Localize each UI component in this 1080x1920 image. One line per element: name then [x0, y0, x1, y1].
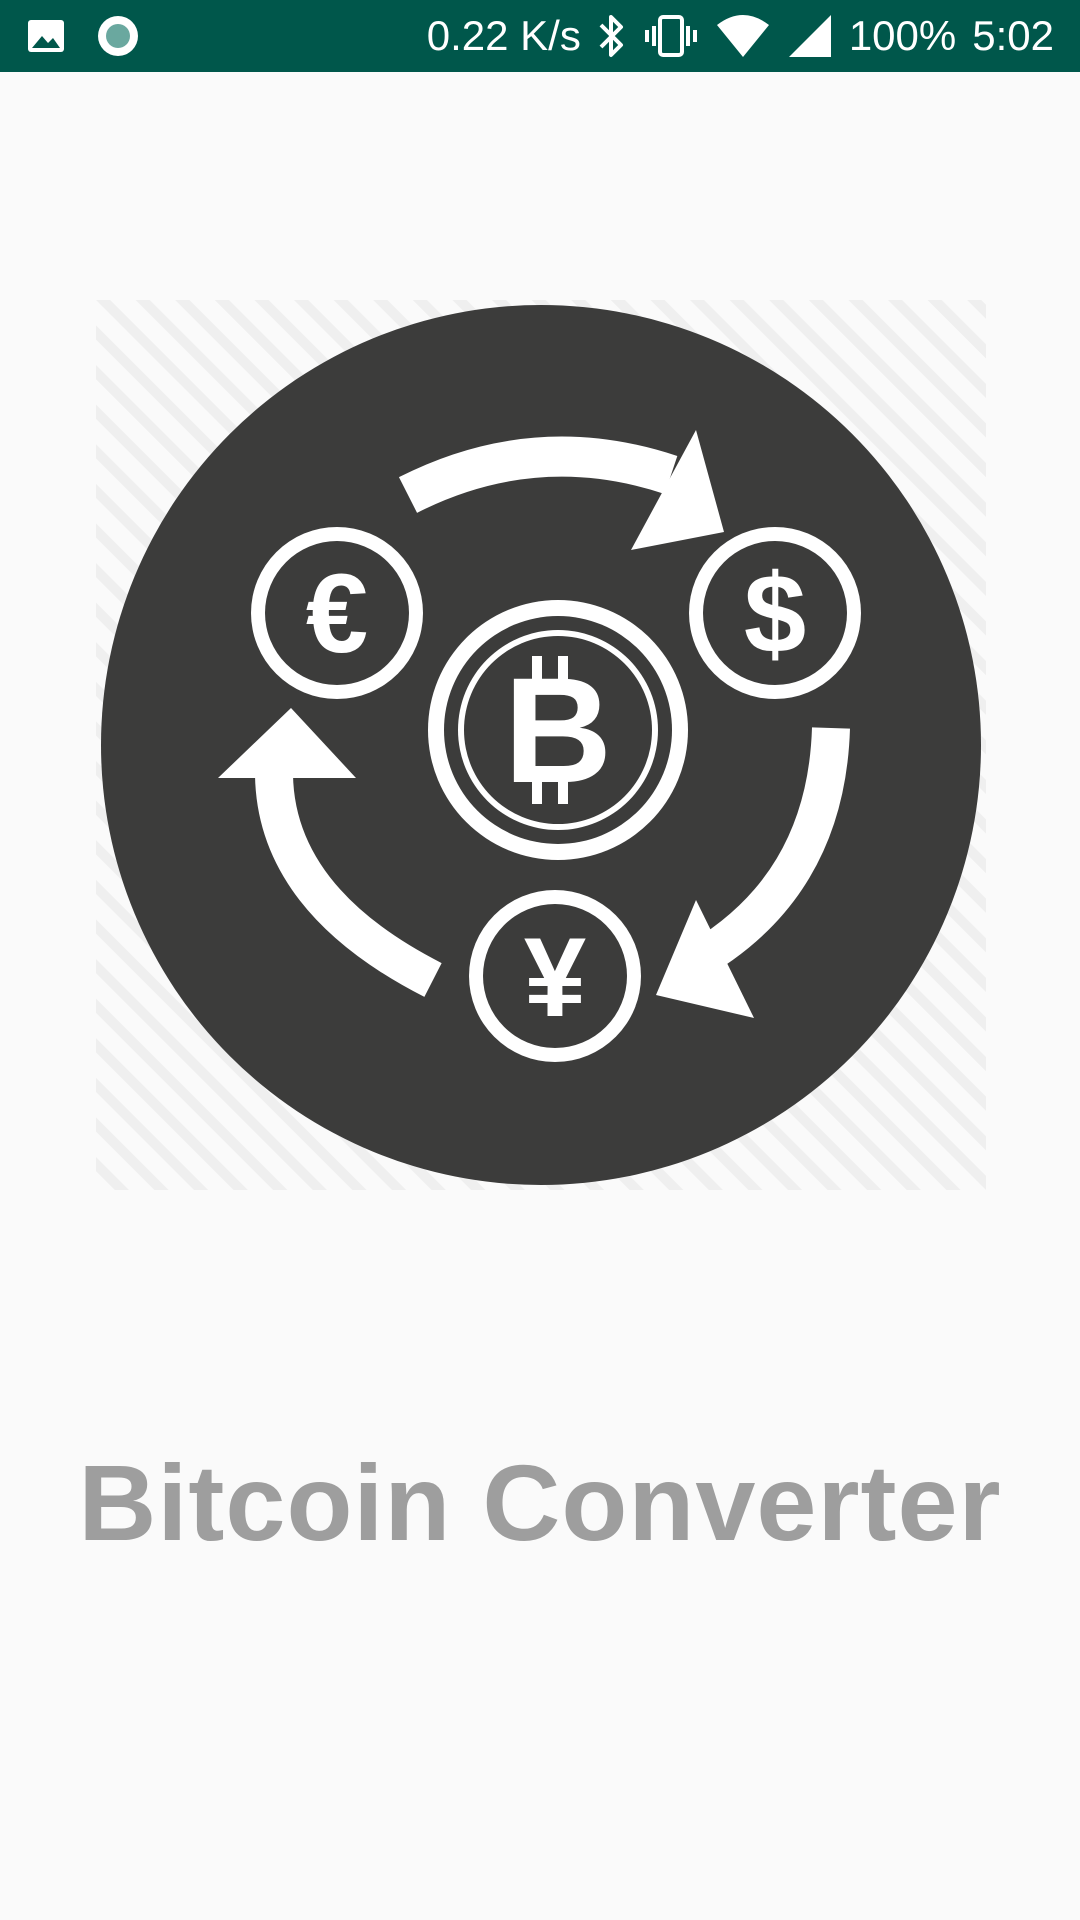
bluetooth-icon: [597, 13, 627, 59]
euro-coin: €: [251, 527, 423, 699]
bitcoin-coin: B: [428, 600, 688, 860]
image-icon: [26, 16, 66, 56]
status-bar: 0.22 K/s 100% 5:02: [0, 0, 1080, 72]
record-icon: [96, 14, 140, 58]
clock: 5:02: [972, 12, 1054, 59]
dollar-coin: $: [689, 527, 861, 699]
yen-symbol: ¥: [524, 915, 586, 1040]
wifi-icon: [715, 13, 771, 59]
currency-exchange-icon: € $ B ¥: [96, 300, 986, 1190]
net-speed: 0.22 K/s: [426, 12, 581, 59]
euro-symbol: €: [306, 551, 368, 676]
status-left: [26, 14, 140, 58]
app-logo: € $ B ¥: [96, 300, 986, 1190]
app-title: Bitcoin Converter: [78, 1442, 1002, 1563]
dollar-symbol: $: [744, 551, 806, 676]
yen-coin: ¥: [469, 890, 641, 1062]
status-right: 0.22 K/s 100% 5:02: [427, 12, 1054, 60]
vibrate-icon: [643, 13, 699, 59]
signal-icon: [787, 13, 833, 59]
battery-level: 100%: [848, 12, 957, 59]
